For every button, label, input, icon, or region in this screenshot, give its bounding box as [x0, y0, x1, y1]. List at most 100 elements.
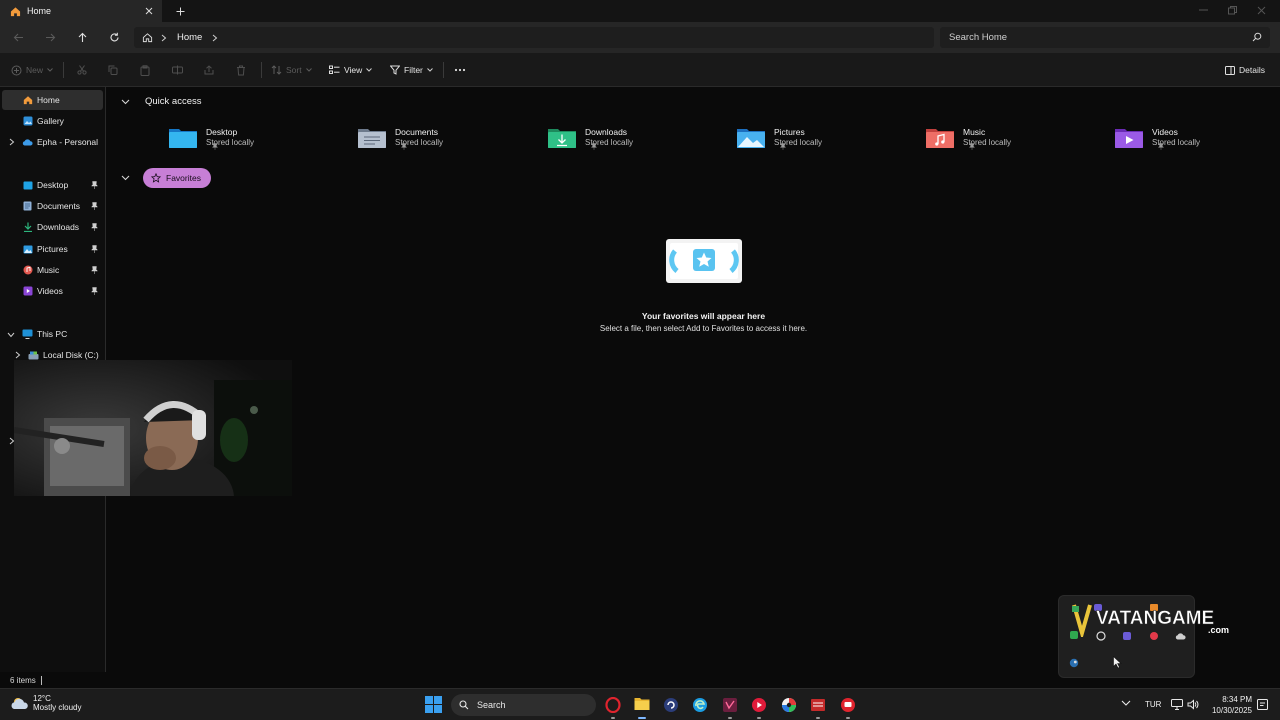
- breadcrumb-chevron-icon[interactable]: [212, 34, 218, 42]
- favorites-header[interactable]: Favorites: [143, 168, 211, 188]
- taskbar: 12°C Mostly cloudy Search TUR 8:34 PM 10…: [0, 688, 1280, 720]
- title-bar: Home: [0, 0, 1280, 22]
- running-indicator: [611, 717, 615, 719]
- sidebar-item-home[interactable]: Home: [2, 90, 103, 110]
- sidebar-item-onedrive[interactable]: Epha - Personal: [0, 132, 104, 152]
- new-icon: [11, 65, 22, 75]
- sidebar-item-music[interactable]: Music: [0, 260, 104, 280]
- quick-access-header[interactable]: Quick access: [121, 96, 202, 107]
- quick-access-music[interactable]: Music Stored locally: [925, 121, 1075, 153]
- pin-icon: [91, 223, 98, 231]
- weather-temperature: 12°C: [33, 694, 51, 703]
- address-row: Home Search Home: [0, 22, 1280, 53]
- network-icon[interactable]: [1171, 699, 1187, 715]
- forward-arrow-icon[interactable]: [43, 30, 57, 44]
- taskbar-search[interactable]: Search: [451, 694, 596, 716]
- refresh-icon[interactable]: [107, 30, 121, 44]
- language-indicator[interactable]: TUR: [1145, 700, 1161, 709]
- weather-widget[interactable]: 12°C Mostly cloudy: [10, 694, 81, 712]
- running-indicator: [816, 717, 820, 719]
- sidebar-item-this-pc[interactable]: This PC: [0, 324, 104, 344]
- color-app-icon[interactable]: [781, 697, 797, 713]
- sidebar-item-desktop[interactable]: Desktop: [0, 175, 104, 195]
- pin-icon: [91, 202, 98, 210]
- back-arrow-icon[interactable]: [11, 30, 25, 44]
- command-bar: New Sort View Filter Details: [0, 53, 1280, 87]
- tab-home[interactable]: Home: [0, 0, 162, 22]
- volume-icon[interactable]: [1187, 699, 1203, 715]
- quick-access-videos[interactable]: Videos Stored locally: [1114, 121, 1264, 153]
- webcam-overlay: [14, 360, 292, 496]
- up-arrow-icon[interactable]: [75, 30, 89, 44]
- details-button[interactable]: Details: [1225, 63, 1265, 77]
- show-hidden-icons-chevron-icon[interactable]: [1121, 700, 1137, 716]
- desktop-folder-icon: [168, 125, 198, 149]
- delete-icon[interactable]: [236, 63, 246, 77]
- quick-access-pictures[interactable]: Pictures Stored locally: [736, 121, 886, 153]
- favorites-empty-title: Your favorites will appear here: [641, 311, 766, 321]
- youtube-music-icon[interactable]: [751, 697, 767, 713]
- breadcrumb-chevron-icon[interactable]: [161, 34, 167, 42]
- chat-app-icon[interactable]: [840, 697, 856, 713]
- search-icon: [459, 700, 469, 710]
- new-tab-icon[interactable]: [172, 4, 188, 18]
- brand-sub: .com: [1208, 625, 1229, 635]
- favorites-collapse[interactable]: [121, 175, 130, 181]
- divider: [63, 62, 64, 78]
- pin-icon: [780, 143, 786, 150]
- edge-icon[interactable]: [692, 697, 708, 713]
- desktop-folder-icon: [22, 180, 33, 191]
- visual-studio-icon[interactable]: [722, 697, 738, 713]
- filter-button[interactable]: Filter: [390, 63, 433, 77]
- videos-folder-icon: [22, 286, 33, 297]
- steam-icon[interactable]: [1069, 658, 1079, 668]
- clock[interactable]: 8:34 PM 10/30/2025: [1212, 694, 1252, 716]
- downloads-folder-icon: [547, 125, 577, 149]
- new-button[interactable]: New: [11, 63, 53, 77]
- running-indicator: [728, 717, 732, 719]
- sort-button[interactable]: Sort: [271, 63, 312, 77]
- notification-icon[interactable]: [1257, 699, 1273, 715]
- sidebar-item-documents[interactable]: Documents: [0, 196, 104, 216]
- copy-icon[interactable]: [108, 63, 118, 77]
- close-window-icon[interactable]: [1254, 4, 1268, 16]
- videos-folder-icon: [1114, 125, 1144, 149]
- tab-title: Home: [27, 6, 52, 16]
- collapse-chevron-icon: [121, 175, 130, 181]
- voicemod-icon[interactable]: [810, 697, 826, 713]
- start-windows-icon[interactable]: [425, 696, 442, 713]
- cut-icon[interactable]: [77, 63, 87, 77]
- sidebar-item-gallery[interactable]: Gallery: [0, 111, 104, 131]
- divider: [443, 62, 444, 78]
- documents-folder-icon: [357, 125, 387, 149]
- search-input[interactable]: Search Home: [940, 27, 1270, 48]
- share-icon[interactable]: [204, 63, 214, 77]
- running-indicator: [757, 717, 761, 719]
- home-outline-icon[interactable]: [142, 32, 153, 43]
- sidebar-item-pictures[interactable]: Pictures: [0, 239, 104, 259]
- quick-access-downloads[interactable]: Downloads Stored locally: [547, 121, 697, 153]
- pin-icon: [401, 143, 407, 150]
- brand-text: VATANGAME: [1096, 608, 1214, 629]
- music-folder-icon: [925, 125, 955, 149]
- paste-icon[interactable]: [140, 63, 150, 77]
- quick-access-documents[interactable]: Documents Stored locally: [357, 121, 507, 153]
- quick-access-desktop[interactable]: Desktop Stored locally: [168, 121, 318, 153]
- more-options-icon[interactable]: [454, 63, 466, 77]
- divider: [261, 62, 262, 78]
- app-icon[interactable]: [663, 697, 679, 713]
- pin-icon: [91, 266, 98, 274]
- file-explorer-icon[interactable]: [634, 697, 650, 713]
- rename-icon[interactable]: [172, 63, 183, 77]
- restore-icon[interactable]: [1225, 4, 1239, 16]
- opera-icon[interactable]: [605, 697, 621, 713]
- sidebar-item-downloads[interactable]: Downloads: [0, 217, 104, 237]
- breadcrumb-home[interactable]: Home: [177, 32, 202, 43]
- view-button[interactable]: View: [329, 63, 373, 77]
- close-tab-icon[interactable]: [142, 4, 156, 18]
- minimize-icon[interactable]: [1196, 4, 1210, 16]
- address-bar[interactable]: Home: [134, 27, 934, 48]
- sidebar-item-videos[interactable]: Videos: [0, 281, 104, 301]
- weather-condition: Mostly cloudy: [33, 703, 82, 712]
- sort-icon: [271, 65, 282, 75]
